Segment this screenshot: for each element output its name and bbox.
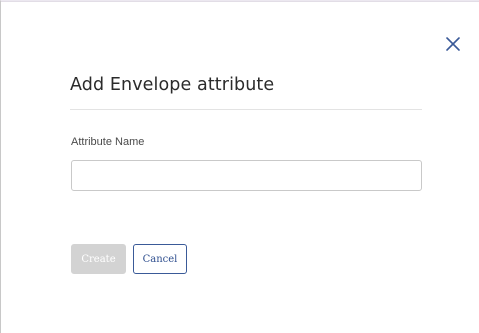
close-button[interactable] [443,34,463,54]
cancel-button[interactable]: Cancel [133,244,187,274]
attribute-name-input[interactable] [71,160,422,191]
add-attribute-dialog: Add Envelope attribute Attribute Name Cr… [0,0,479,333]
close-icon [446,37,460,51]
attribute-name-label: Attribute Name [71,136,145,148]
dialog-title: Add Envelope attribute [70,75,275,95]
create-button[interactable]: Create [71,244,126,274]
title-divider [70,109,422,110]
dialog-top-edge [1,1,479,2]
